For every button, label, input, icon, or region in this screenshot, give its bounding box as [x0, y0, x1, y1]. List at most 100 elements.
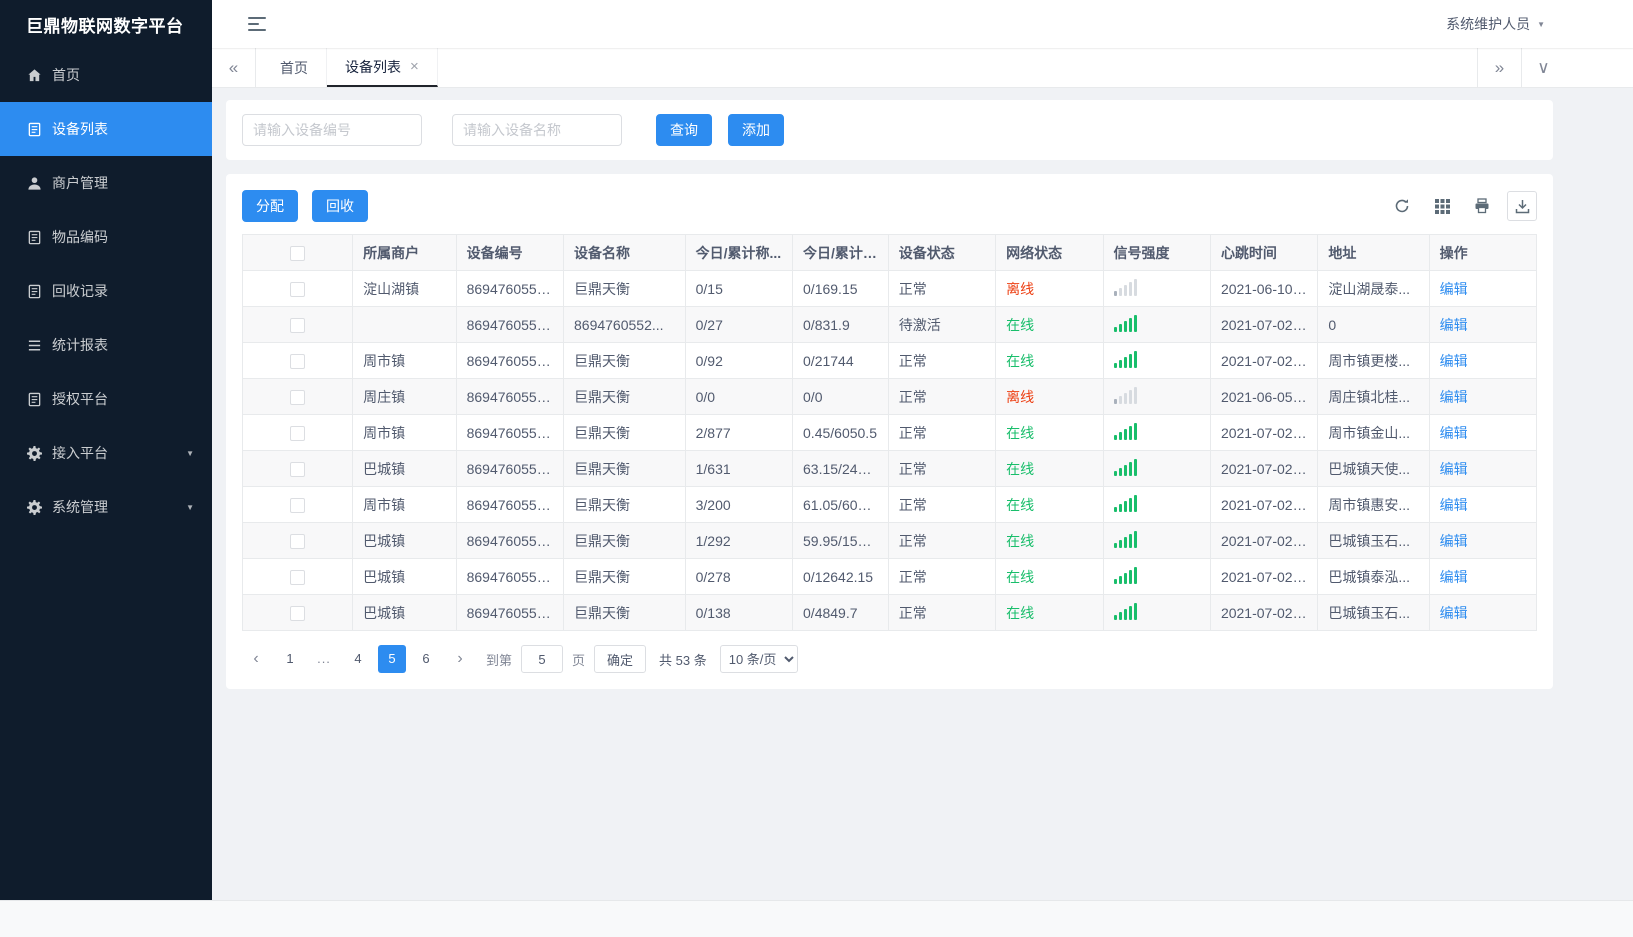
edit-link[interactable]: 编辑: [1440, 281, 1468, 297]
cell-weight: 0/4849.7: [792, 594, 889, 631]
edit-link[interactable]: 编辑: [1440, 497, 1468, 513]
content-area: 查询 添加 分配 回收: [212, 88, 1633, 900]
cell-weigh-count: 0/138: [684, 594, 794, 631]
allocate-button[interactable]: 分配: [242, 190, 298, 222]
signal-strength-icon: [1113, 602, 1137, 620]
table-row: 巴城镇 8694760551... 巨鼎天衡 1/292 59.95/15382... 正…: [241, 522, 1538, 559]
cell-device-name: 巨鼎天衡: [563, 558, 686, 595]
sidebar-collapse-icon[interactable]: [248, 17, 266, 31]
row-checkbox[interactable]: [290, 317, 306, 333]
recycle-button[interactable]: 回收: [312, 190, 368, 222]
cell-merchant: 巴城镇: [352, 558, 457, 595]
main-area: 系统维护人员 ▼ « 首页 设备列表 × » ∨ 查询 添加 分配 回收: [212, 0, 1633, 900]
cell-address: 周市镇金山...: [1317, 414, 1430, 451]
recycle-record-icon: [26, 283, 42, 299]
cell-device-name: 巨鼎天衡: [563, 270, 686, 307]
cell-heartbeat: 2021-07-02 ...: [1209, 594, 1319, 631]
cell-device-status: 正常: [887, 378, 997, 415]
tabs-scroll-right-button[interactable]: »: [1477, 48, 1521, 87]
sidebar-item-device-list[interactable]: 设备列表: [0, 102, 212, 156]
table-body: 淀山湖镇 8694760552... 巨鼎天衡 0/15 0/169.15 正常 离线 202…: [241, 270, 1538, 631]
goto-page-input[interactable]: [521, 645, 564, 673]
edit-link[interactable]: 编辑: [1440, 353, 1468, 369]
edit-link[interactable]: 编辑: [1440, 533, 1468, 549]
device-no-input[interactable]: [242, 114, 422, 146]
goto-confirm-button[interactable]: 确定: [594, 645, 647, 673]
edit-link[interactable]: 编辑: [1440, 317, 1468, 333]
sidebar-item-recycle-record[interactable]: 回收记录: [0, 264, 212, 318]
cell-device-name: 巨鼎天衡: [563, 342, 686, 379]
signal-strength-icon: [1113, 314, 1137, 332]
select-all-checkbox[interactable]: [290, 245, 306, 261]
cell-signal: [1102, 342, 1211, 379]
next-page-button[interactable]: ›: [446, 645, 474, 673]
row-checkbox[interactable]: [290, 389, 306, 405]
network-status-text: 在线: [1006, 532, 1035, 549]
signal-strength-icon: [1113, 422, 1137, 440]
page-size-select[interactable]: 10 条/页: [719, 645, 798, 673]
network-status-text: 离线: [1006, 280, 1035, 297]
page-button-5[interactable]: 5: [378, 645, 406, 673]
tab-home[interactable]: 首页: [262, 48, 327, 87]
row-checkbox[interactable]: [290, 605, 306, 621]
cell-device-name: 巨鼎天衡: [563, 486, 686, 523]
page-button-1[interactable]: 1: [276, 645, 304, 673]
pagination-pages: 1... 4 5 6: [276, 645, 446, 673]
column-header: 网络状态: [995, 234, 1104, 271]
print-icon[interactable]: [1467, 191, 1497, 221]
row-checkbox[interactable]: [290, 353, 306, 369]
row-checkbox[interactable]: [290, 461, 306, 477]
edit-link[interactable]: 编辑: [1440, 389, 1468, 405]
prev-page-button[interactable]: ‹: [242, 645, 270, 673]
query-button[interactable]: 查询: [656, 114, 712, 146]
sidebar-item-access-platform[interactable]: 接入平台 ▼: [0, 426, 212, 480]
edit-link[interactable]: 编辑: [1440, 461, 1468, 477]
sidebar-item-label: 回收记录: [52, 283, 108, 299]
row-checkbox[interactable]: [290, 497, 306, 513]
edit-link[interactable]: 编辑: [1440, 569, 1468, 585]
tabs-menu-button[interactable]: ∨: [1521, 48, 1565, 87]
sidebar-item-system-manage[interactable]: 系统管理 ▼: [0, 480, 212, 534]
horizontal-scrollbar[interactable]: [0, 900, 1633, 937]
page-button-4[interactable]: 4: [344, 645, 372, 673]
sidebar-item-home[interactable]: 首页: [0, 48, 212, 102]
cell-merchant: 周市镇: [352, 414, 457, 451]
item-code-icon: [26, 229, 42, 245]
row-checkbox[interactable]: [290, 533, 306, 549]
cell-address: 巴城镇玉石...: [1317, 522, 1430, 559]
pagination: ‹ 1... 456 › 到第 页 确定 共 53 条 10 条/页: [242, 645, 1537, 673]
column-settings-icon[interactable]: [1427, 191, 1457, 221]
column-header: 心跳时间: [1209, 234, 1319, 271]
page-button-6[interactable]: 6: [412, 645, 440, 673]
column-header: 操作: [1428, 234, 1538, 271]
refresh-icon[interactable]: [1387, 191, 1417, 221]
sidebar-item-auth-platform[interactable]: 授权平台: [0, 372, 212, 426]
sidebar-item-merchant-manage[interactable]: 商户管理: [0, 156, 212, 210]
network-status-text: 在线: [1006, 496, 1035, 513]
tab-close-icon[interactable]: ×: [410, 59, 419, 74]
sidebar-item-item-code[interactable]: 物品编码: [0, 210, 212, 264]
row-checkbox[interactable]: [290, 425, 306, 441]
cell-weight: 0/12642.15: [792, 558, 889, 595]
table-toolbar: 分配 回收: [242, 190, 1537, 222]
user-menu[interactable]: 系统维护人员 ▼: [1446, 14, 1545, 34]
sidebar-item-report[interactable]: 统计报表: [0, 318, 212, 372]
cell-network-status: 在线: [995, 450, 1104, 487]
edit-link[interactable]: 编辑: [1440, 425, 1468, 441]
cell-address: 巴城镇泰泓...: [1317, 558, 1430, 595]
sidebar-item-label: 首页: [52, 67, 80, 83]
cell-network-status: 在线: [995, 594, 1104, 631]
row-checkbox[interactable]: [290, 281, 306, 297]
network-status-text: 在线: [1006, 460, 1035, 477]
cell-network-status: 在线: [995, 486, 1104, 523]
edit-link[interactable]: 编辑: [1440, 605, 1468, 621]
cell-signal: [1102, 522, 1211, 559]
merchant-icon: [26, 175, 42, 191]
tabs-scroll-left-button[interactable]: «: [212, 48, 256, 87]
export-icon[interactable]: [1507, 191, 1537, 221]
tab-device-list[interactable]: 设备列表 ×: [327, 48, 438, 87]
cell-device-status: 正常: [887, 486, 997, 523]
add-button[interactable]: 添加: [728, 114, 784, 146]
device-name-input[interactable]: [452, 114, 622, 146]
row-checkbox[interactable]: [290, 569, 306, 585]
